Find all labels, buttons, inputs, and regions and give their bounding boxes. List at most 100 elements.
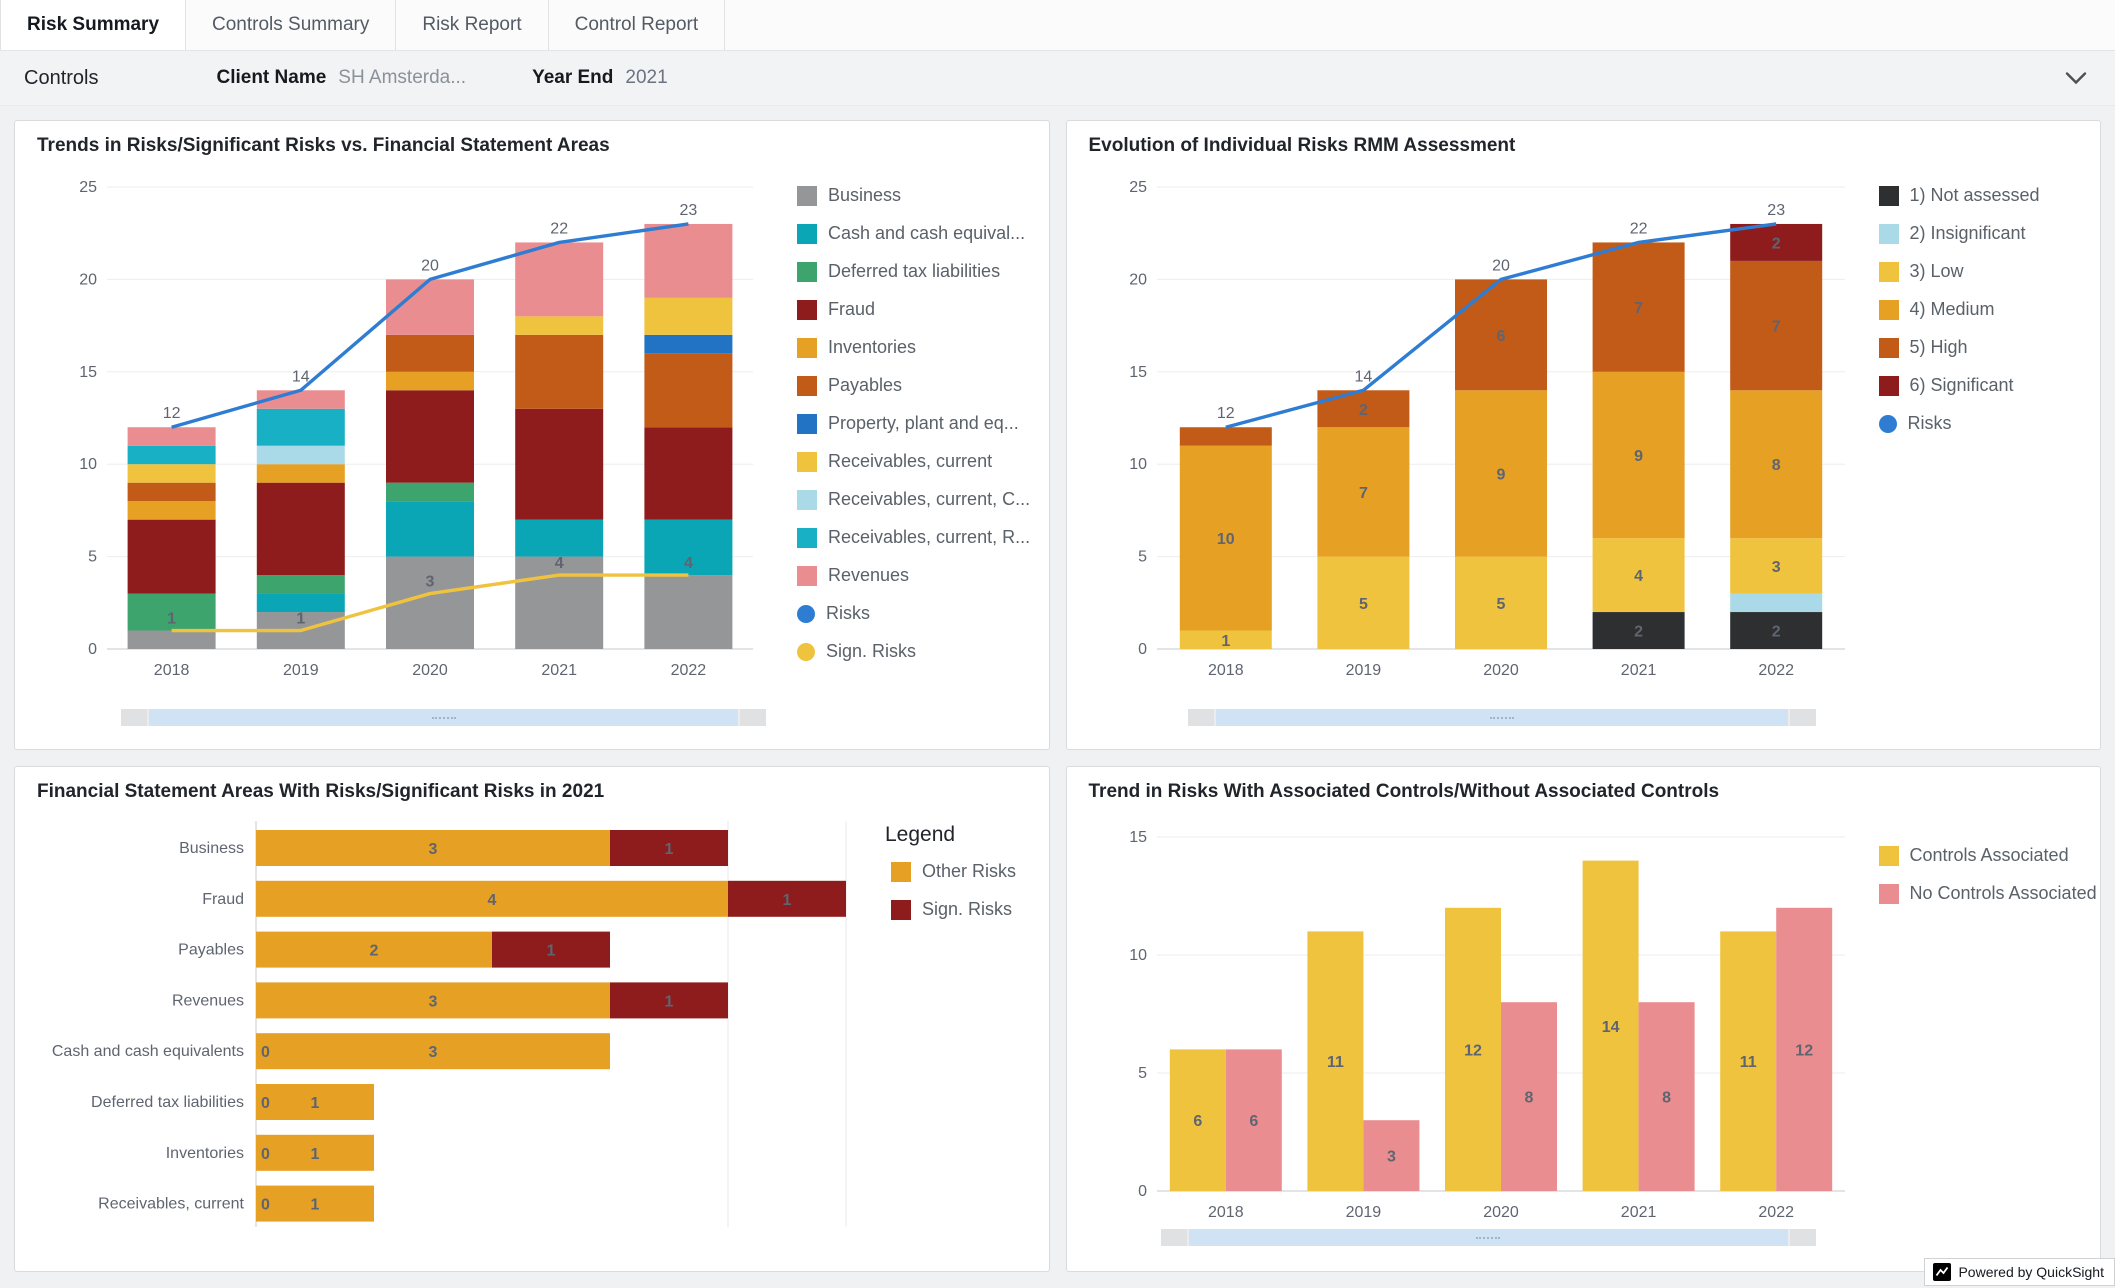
legend-swatch-icon bbox=[797, 262, 817, 282]
tab-risk-report[interactable]: Risk Report bbox=[396, 0, 548, 50]
legend-item-sign-risks[interactable]: Sign. Risks bbox=[891, 899, 1016, 920]
bars[interactable]: 110572596249723872 bbox=[1179, 224, 1821, 650]
svg-text:1: 1 bbox=[296, 611, 305, 628]
scrollbar-button[interactable] bbox=[1188, 709, 1214, 726]
legend-item-receivables-current[interactable]: Receivables, current bbox=[797, 451, 1030, 472]
client-name-field[interactable]: Client Name SH Amsterda... bbox=[216, 67, 466, 89]
svg-text:2019: 2019 bbox=[1345, 662, 1381, 679]
svg-text:5: 5 bbox=[1138, 549, 1147, 566]
horizontal-scrollbar[interactable] bbox=[121, 709, 766, 726]
svg-text:10: 10 bbox=[1216, 531, 1234, 548]
scrollbar-button[interactable] bbox=[1790, 1229, 1816, 1246]
legend-item-controls-associated[interactable]: Controls Associated bbox=[1879, 845, 2097, 866]
svg-text:1: 1 bbox=[547, 943, 556, 960]
legend-dot-icon bbox=[797, 643, 815, 661]
scrollbar-button[interactable] bbox=[1790, 709, 1816, 726]
fsa-risks-chart[interactable]: BusinessFraudPayablesRevenuesCash and ca… bbox=[31, 807, 871, 1253]
svg-text:Revenues: Revenues bbox=[172, 992, 244, 1009]
legend-item-payables[interactable]: Payables bbox=[797, 375, 1030, 396]
legend-item-sign-risks[interactable]: Sign. Risks bbox=[797, 641, 1030, 662]
svg-text:0: 0 bbox=[1138, 1183, 1147, 1200]
chevron-down-icon[interactable] bbox=[2065, 72, 2087, 85]
legend-label: Risks bbox=[1908, 413, 1952, 434]
legend-item-receivables-current-r[interactable]: Receivables, current, R... bbox=[797, 527, 1030, 548]
scrollbar-button[interactable] bbox=[121, 709, 147, 726]
scrollbar-button[interactable] bbox=[1161, 1229, 1187, 1246]
legend-item-deferred-tax-liabilities[interactable]: Deferred tax liabilities bbox=[797, 261, 1030, 282]
horizontal-scrollbar[interactable] bbox=[1161, 1229, 1816, 1246]
legend-item-6-significant[interactable]: 6) Significant bbox=[1879, 375, 2040, 396]
tab-controls-summary[interactable]: Controls Summary bbox=[186, 0, 396, 50]
legend-item-5-high[interactable]: 5) High bbox=[1879, 337, 2040, 358]
legend-label: 5) High bbox=[1910, 337, 1968, 358]
bars[interactable]: 661131281481112 bbox=[1169, 861, 1831, 1191]
svg-text:2021: 2021 bbox=[1620, 662, 1656, 679]
legend-item-risks[interactable]: Risks bbox=[797, 603, 1030, 624]
panel-controls-trend: Trend in Risks With Associated Controls/… bbox=[1066, 766, 2102, 1272]
bars[interactable]: 3141213130101010 bbox=[256, 830, 846, 1222]
svg-text:4: 4 bbox=[1634, 568, 1643, 585]
svg-text:1: 1 bbox=[1221, 633, 1230, 650]
fsa-risks-legend-column: Legend Other RisksSign. Risks bbox=[885, 807, 1016, 920]
tab-control-report[interactable]: Control Report bbox=[549, 0, 726, 50]
scrollbar-thumb[interactable] bbox=[149, 709, 738, 726]
legend-item-fraud[interactable]: Fraud bbox=[797, 299, 1030, 320]
svg-text:23: 23 bbox=[1767, 202, 1785, 219]
svg-text:0: 0 bbox=[88, 641, 97, 658]
scrollbar-thumb[interactable] bbox=[1216, 709, 1788, 726]
svg-text:Receivables, current: Receivables, current bbox=[98, 1196, 244, 1213]
legend-item-receivables-current-c[interactable]: Receivables, current, C... bbox=[797, 489, 1030, 510]
legend-item-no-controls-associated[interactable]: No Controls Associated bbox=[1879, 883, 2097, 904]
controls-trend-chart[interactable]: 0510152018201920202021202266113128148111… bbox=[1083, 807, 1873, 1221]
legend-label: Property, plant and eq... bbox=[828, 413, 1019, 434]
svg-text:14: 14 bbox=[292, 368, 310, 385]
svg-text:Cash and cash equivalents: Cash and cash equivalents bbox=[52, 1043, 244, 1060]
scrollbar-button[interactable] bbox=[740, 709, 766, 726]
svg-text:23: 23 bbox=[680, 202, 698, 219]
svg-text:Payables: Payables bbox=[178, 942, 244, 959]
svg-text:1: 1 bbox=[311, 1197, 320, 1214]
svg-text:12: 12 bbox=[1795, 1042, 1813, 1059]
legend-swatch-icon bbox=[1879, 338, 1899, 358]
svg-text:2018: 2018 bbox=[1208, 1204, 1244, 1221]
quicksight-logo-icon bbox=[1933, 1263, 1951, 1281]
svg-text:5: 5 bbox=[1358, 596, 1367, 613]
legend-label: Receivables, current bbox=[828, 451, 992, 472]
rmm-assessment-chart[interactable]: 0510152025201820192020202120221105725962… bbox=[1083, 161, 1873, 701]
powered-by-quicksight-badge[interactable]: Powered by QuickSight bbox=[1924, 1258, 2115, 1286]
legend-item-inventories[interactable]: Inventories bbox=[797, 337, 1030, 358]
legend-item-business[interactable]: Business bbox=[797, 185, 1030, 206]
legend-item-cash-and-cash-equival[interactable]: Cash and cash equival... bbox=[797, 223, 1030, 244]
svg-text:20: 20 bbox=[1492, 257, 1510, 274]
legend-item-property-plant-and-eq[interactable]: Property, plant and eq... bbox=[797, 413, 1030, 434]
legend-swatch-icon bbox=[1879, 186, 1899, 206]
legend-label: Business bbox=[828, 185, 901, 206]
client-name-label: Client Name bbox=[216, 67, 326, 89]
legend-item-1-not-assessed[interactable]: 1) Not assessed bbox=[1879, 185, 2040, 206]
svg-text:1: 1 bbox=[311, 1146, 320, 1163]
scrollbar-thumb[interactable] bbox=[1189, 1229, 1788, 1246]
legend-item-other-risks[interactable]: Other Risks bbox=[891, 861, 1016, 882]
legend-item-risks[interactable]: Risks bbox=[1879, 413, 2040, 434]
legend-swatch-icon bbox=[797, 566, 817, 586]
trends-risks-chart[interactable]: 0510152025201820192020202120221214202223… bbox=[31, 161, 791, 701]
tab-risk-summary[interactable]: Risk Summary bbox=[0, 0, 186, 50]
year-end-value[interactable]: 2021 bbox=[625, 67, 667, 89]
legend-swatch-icon bbox=[1879, 884, 1899, 904]
svg-text:4: 4 bbox=[684, 555, 693, 572]
svg-text:2020: 2020 bbox=[1483, 1204, 1519, 1221]
legend-swatch-icon bbox=[797, 186, 817, 206]
svg-text:2018: 2018 bbox=[154, 662, 190, 679]
year-end-field[interactable]: Year End 2021 bbox=[532, 67, 668, 89]
svg-text:12: 12 bbox=[1464, 1042, 1482, 1059]
client-name-value[interactable]: SH Amsterda... bbox=[338, 67, 466, 89]
svg-text:10: 10 bbox=[1129, 947, 1147, 964]
legend-item-2-insignificant[interactable]: 2) Insignificant bbox=[1879, 223, 2040, 244]
legend-item-revenues[interactable]: Revenues bbox=[797, 565, 1030, 586]
legend-item-4-medium[interactable]: 4) Medium bbox=[1879, 299, 2040, 320]
svg-text:6: 6 bbox=[1496, 328, 1505, 345]
horizontal-scrollbar[interactable] bbox=[1188, 709, 1816, 726]
svg-text:0: 0 bbox=[1138, 641, 1147, 658]
legend-item-3-low[interactable]: 3) Low bbox=[1879, 261, 2040, 282]
legend-label: 4) Medium bbox=[1910, 299, 1995, 320]
